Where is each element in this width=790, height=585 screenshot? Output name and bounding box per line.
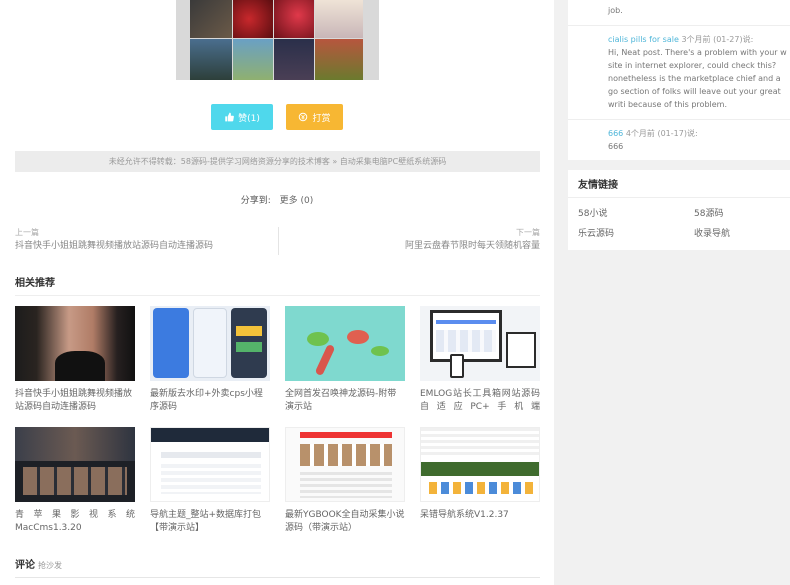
comment-heading: 评论 抢沙发 <box>15 556 540 578</box>
related-card[interactable]: 最新版去水印+外卖cps小程序源码 <box>150 306 270 414</box>
prev-label: 上一篇 <box>15 228 39 237</box>
tip-button[interactable]: 打赏 <box>286 104 343 130</box>
friend-links-widget: 友情链接 58小说 58源码 乐云源码 收录导航 <box>568 170 790 250</box>
prev-post[interactable]: 上一篇 抖音快手小姐姐跳舞视频播放站源码自动连播源码 <box>15 227 277 253</box>
share-label: 分享到: <box>240 196 271 206</box>
related-title-link[interactable]: 最新YGBOOK全自动采集小说源码（带演示站） <box>285 509 405 535</box>
related-card[interactable]: 全网首发召唤神龙源码-附带演示站 <box>285 306 405 414</box>
related-thumb[interactable] <box>15 427 135 502</box>
main-content: 赞(1) 打赏 未经允许不得转载：58源码-提供学习网络资源分享的技术博客 » … <box>0 0 554 585</box>
share-bar: 分享到: 更多 (0) <box>0 193 554 206</box>
coin-icon <box>299 112 308 122</box>
comment-body: 666 <box>608 142 624 151</box>
next-title-link[interactable]: 阿里云盘春节限时每天领随机容量 <box>278 239 540 253</box>
related-thumb[interactable] <box>420 306 540 381</box>
post-navigation: 上一篇 抖音快手小姐姐跳舞视频播放站源码自动连播源码 下一篇 阿里云盘春节限时每… <box>15 227 540 255</box>
related-card[interactable]: EMLOG站长工具箱网站源码自适应PC+手机端 <box>420 306 540 414</box>
share-more-link[interactable]: 更多 (0) <box>280 196 314 206</box>
like-button[interactable]: 赞(1) <box>211 104 273 130</box>
comment-item: job. <box>578 4 790 17</box>
related-title-link[interactable]: EMLOG站长工具箱网站源码自适应PC+手机端 <box>420 388 540 414</box>
prev-title-link[interactable]: 抖音快手小姐姐跳舞视频播放站源码自动连播源码 <box>15 239 277 253</box>
related-thumb[interactable] <box>285 306 405 381</box>
copyright-notice: 未经允许不得转载：58源码-提供学习网络资源分享的技术博客 » 自动采集电脑PC… <box>15 151 540 172</box>
thumbs-up-icon <box>225 112 235 122</box>
friend-link[interactable]: 58小说 <box>578 206 607 219</box>
related-thumb[interactable] <box>15 306 135 381</box>
comment-author-link[interactable]: 666 <box>608 129 623 138</box>
friend-links-heading: 友情链接 <box>568 170 790 198</box>
next-label: 下一篇 <box>516 228 540 237</box>
related-title-link[interactable]: 全网首发召唤神龙源码-附带演示站 <box>285 388 405 414</box>
comment-separator <box>568 25 790 26</box>
related-title-link[interactable]: 最新版去水印+外卖cps小程序源码 <box>150 388 270 414</box>
related-card[interactable]: 呆错导航系统V1.2.37 <box>420 427 540 522</box>
comment-title: 评论 <box>15 560 35 571</box>
related-card[interactable]: 青苹果影视系统MacCms1.3.20 <box>15 427 135 535</box>
comment-item: 666 4个月前 (01-17)说: 666 <box>608 127 790 153</box>
comment-meta: 4个月前 (01-17)说: <box>625 129 698 138</box>
friend-link[interactable]: 乐云源码 <box>578 226 614 239</box>
copyright-text: 未经允许不得转载：58源码-提供学习网络资源分享的技术博客 » 自动采集电脑PC… <box>108 157 447 166</box>
related-card[interactable]: 导航主题_整站+数据库打包【带演示站】 <box>150 427 270 535</box>
comment-separator <box>568 119 790 120</box>
next-post[interactable]: 下一篇 阿里云盘春节限时每天领随机容量 <box>278 227 540 253</box>
like-label: 赞(1) <box>238 113 260 124</box>
sidebar: job. cialis pills for sale 3个月前 (01-27)说… <box>568 0 790 585</box>
related-card[interactable]: 抖音快手小姐姐跳舞视频播放站源码自动连播源码 <box>15 306 135 414</box>
related-title-link[interactable]: 导航主题_整站+数据库打包【带演示站】 <box>150 509 270 535</box>
related-title: 相关推荐 <box>15 278 55 289</box>
related-title-link[interactable]: 青苹果影视系统MacCms1.3.20 <box>15 509 135 535</box>
post-image-wallpaper-collage <box>176 0 379 80</box>
related-thumb[interactable] <box>285 427 405 502</box>
related-thumb[interactable] <box>150 427 270 502</box>
comment-body: job. <box>608 6 623 15</box>
related-heading: 相关推荐 <box>15 274 540 296</box>
related-title-link[interactable]: 抖音快手小姐姐跳舞视频播放站源码自动连播源码 <box>15 388 135 414</box>
related-title-link[interactable]: 呆错导航系统V1.2.37 <box>420 509 540 522</box>
comment-item: cialis pills for sale 3个月前 (01-27)说: Hi,… <box>608 33 790 111</box>
tip-label: 打赏 <box>312 113 331 124</box>
comment-body: Hi, Neat post. There's a problem with yo… <box>608 48 787 109</box>
related-thumb[interactable] <box>420 427 540 502</box>
friend-link[interactable]: 58源码 <box>694 206 723 219</box>
comment-meta: 3个月前 (01-27)说: <box>681 35 754 44</box>
recent-comments-widget: job. cialis pills for sale 3个月前 (01-27)说… <box>568 0 790 160</box>
comment-author-link[interactable]: cialis pills for sale <box>608 35 679 44</box>
related-thumb[interactable] <box>150 306 270 381</box>
comment-subtitle: 抢沙发 <box>38 561 62 570</box>
related-card[interactable]: 最新YGBOOK全自动采集小说源码（带演示站） <box>285 427 405 535</box>
friend-link[interactable]: 收录导航 <box>694 226 730 239</box>
